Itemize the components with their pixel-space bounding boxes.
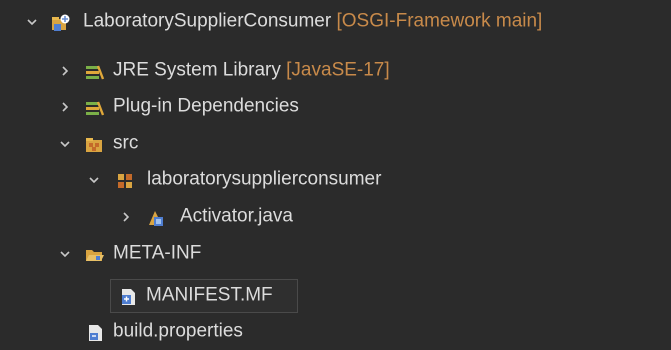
activator-name: Activator.java <box>180 205 293 227</box>
meta-inf-name: META-INF <box>113 242 202 264</box>
manifest-file-icon <box>117 286 137 306</box>
chevron-right-icon[interactable] <box>57 63 73 79</box>
tree-item-package[interactable]: laboratorysupplierconsumer <box>0 162 671 198</box>
tree-item-manifest[interactable]: MANIFEST.MF <box>0 278 671 314</box>
tree-item-activator[interactable]: Activator.java <box>0 199 671 235</box>
package-name: laboratorysupplierconsumer <box>147 168 382 190</box>
tree-item-build-properties[interactable]: build.properties <box>0 314 671 350</box>
plugin-project-icon <box>50 12 70 32</box>
jre-decoration: [JavaSE-17] <box>286 59 390 81</box>
chevron-right-icon[interactable] <box>118 209 134 225</box>
chevron-down-icon[interactable] <box>86 172 102 188</box>
plugin-deps-name: Plug-in Dependencies <box>113 95 299 117</box>
chevron-down-icon[interactable] <box>57 246 73 262</box>
chevron-down-icon[interactable] <box>57 136 73 152</box>
folder-icon <box>84 244 104 264</box>
project-name: LaboratorySupplierConsumer <box>83 10 332 32</box>
tree-item-jre-library[interactable]: JRE System Library [JavaSE-17] <box>0 53 671 89</box>
tree-item-plugin-dependencies[interactable]: Plug-in Dependencies <box>0 89 671 125</box>
chevron-down-icon[interactable] <box>24 14 40 30</box>
properties-file-icon <box>84 322 104 342</box>
package-icon <box>115 170 135 190</box>
tree-item-meta-inf[interactable]: META-INF <box>0 236 671 272</box>
package-explorer-tree: LaboratorySupplierConsumer [OSGI-Framewo… <box>0 0 671 342</box>
jre-name: JRE System Library <box>113 59 281 81</box>
library-icon <box>84 97 105 117</box>
library-icon <box>84 61 105 81</box>
manifest-name: MANIFEST.MF <box>146 284 273 306</box>
src-name: src <box>113 132 139 154</box>
java-file-icon <box>145 207 165 227</box>
chevron-right-icon[interactable] <box>57 99 73 115</box>
project-decoration: [OSGI-Framework main] <box>336 10 543 32</box>
tree-item-src[interactable]: src <box>0 126 671 162</box>
source-folder-icon <box>84 134 104 154</box>
tree-item-project[interactable]: LaboratorySupplierConsumer [OSGI-Framewo… <box>0 4 671 40</box>
build-properties-name: build.properties <box>113 320 243 342</box>
